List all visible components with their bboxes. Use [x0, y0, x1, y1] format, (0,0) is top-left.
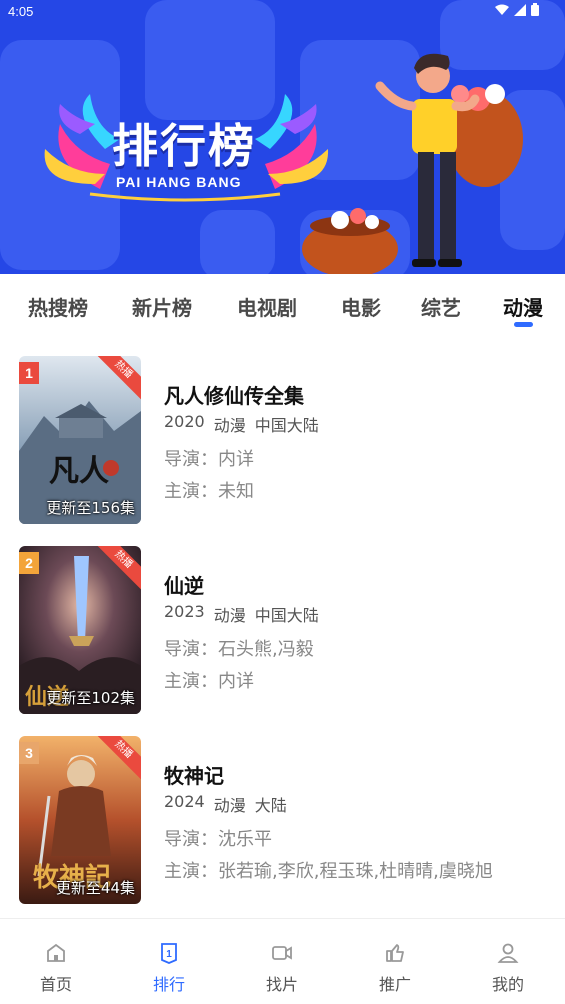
show-year: 2023: [164, 602, 205, 621]
nav-find-video[interactable]: 找片: [242, 941, 322, 995]
show-title[interactable]: 凡人修仙传全集: [164, 380, 304, 409]
banner-decor-tile: [200, 210, 275, 274]
nav-home-label: 首页: [39, 975, 72, 994]
show-meta: 2023 动漫 中国大陆: [164, 602, 319, 626]
tab-anime[interactable]: 动漫: [503, 292, 543, 321]
nav-profile-label: 我的: [491, 975, 524, 994]
share-icon: [386, 944, 404, 962]
nav-home[interactable]: 首页: [16, 941, 96, 995]
show-meta: 2024 动漫 大陆: [164, 792, 287, 816]
episode-update-label: 更新至102集: [46, 689, 135, 707]
user-icon: [497, 943, 519, 963]
show-region: 大陆: [254, 796, 287, 815]
show-director: 导演：内详: [164, 449, 254, 470]
nav-ranking-label: 排行: [152, 975, 185, 994]
tab-new-releases[interactable]: 新片榜: [132, 292, 192, 321]
rank-badge: 2: [19, 552, 39, 574]
ranking-banner: 4:05 排行榜 PAI HANG BANG: [0, 0, 565, 274]
show-region: 中国大陆: [254, 416, 319, 435]
status-icons: [495, 3, 539, 16]
list-item[interactable]: 仙逆 2 热播 更新至102集 仙逆 2023 动漫 中国大陆 导演：石头熊,冯…: [0, 546, 565, 714]
video-camera-icon: [272, 946, 292, 960]
character-with-bag-illustration: [302, 53, 523, 274]
poster-image[interactable]: 凡人 1 热播 更新至156集: [19, 356, 141, 524]
banner-subtitle: PAI HANG BANG: [116, 174, 242, 190]
banner-title: 排行榜: [112, 119, 256, 173]
svg-text:凡人: 凡人: [49, 454, 109, 489]
nav-profile[interactable]: 我的: [468, 941, 548, 995]
active-tab-indicator: [514, 322, 533, 327]
tab-tv-series[interactable]: 电视剧: [237, 292, 297, 321]
show-genre: 动漫: [213, 796, 246, 815]
nav-find-video-label: 找片: [265, 975, 298, 994]
ranking-icon: 1: [161, 943, 177, 964]
show-meta: 2020 动漫 中国大陆: [164, 412, 319, 436]
episode-update-label: 更新至156集: [46, 499, 135, 517]
tab-variety[interactable]: 综艺: [421, 292, 461, 321]
home-icon: [47, 943, 65, 962]
bottom-navigation: 首页 1 排行 找片 推广 我的: [0, 918, 565, 1004]
show-director: 导演：石头熊,冯毅: [164, 639, 314, 660]
nav-ranking[interactable]: 1 排行: [129, 941, 209, 995]
rank-badge: 3: [19, 742, 39, 764]
status-bar: 4:05: [0, 0, 565, 24]
tab-hot-search[interactable]: 热搜榜: [28, 292, 88, 321]
signal-icon: [514, 3, 526, 16]
svg-text:1: 1: [166, 949, 172, 960]
banner-title-art: 排行榜 PAI HANG BANG: [40, 94, 330, 204]
rank-badge: 1: [19, 362, 39, 384]
tab-movies[interactable]: 电影: [341, 292, 381, 321]
list-item[interactable]: 牧神記 3 热播 更新至44集 牧神记 2024 动漫 大陆 导演：沈乐平 主演…: [0, 736, 565, 904]
episode-update-label: 更新至44集: [55, 879, 135, 897]
poster-image[interactable]: 牧神記 3 热播 更新至44集: [19, 736, 141, 904]
nav-promote-label: 推广: [378, 975, 411, 994]
list-item[interactable]: 凡人 1 热播 更新至156集 凡人修仙传全集 2020 动漫 中国大陆 导演：…: [0, 356, 565, 524]
status-time: 4:05: [8, 4, 34, 19]
show-cast: 主演：未知: [164, 481, 254, 502]
show-title[interactable]: 仙逆: [164, 570, 204, 599]
show-region: 中国大陆: [254, 606, 319, 625]
poster-image[interactable]: 仙逆 2 热播 更新至102集: [19, 546, 141, 714]
show-director: 导演：沈乐平: [164, 829, 272, 850]
show-cast: 主演：张若瑜,李欣,程玉珠,杜晴晴,虞晓旭: [164, 861, 493, 882]
show-cast: 主演：内详: [164, 671, 254, 692]
wifi-icon: [495, 4, 509, 15]
show-year: 2020: [164, 412, 205, 431]
show-title[interactable]: 牧神记: [164, 760, 224, 789]
show-genre: 动漫: [213, 606, 246, 625]
show-genre: 动漫: [213, 416, 246, 435]
battery-icon: [531, 3, 539, 16]
nav-promote[interactable]: 推广: [355, 941, 435, 995]
category-tabs: 热搜榜 新片榜 电视剧 电影 综艺 动漫: [0, 274, 565, 336]
show-year: 2024: [164, 792, 205, 811]
